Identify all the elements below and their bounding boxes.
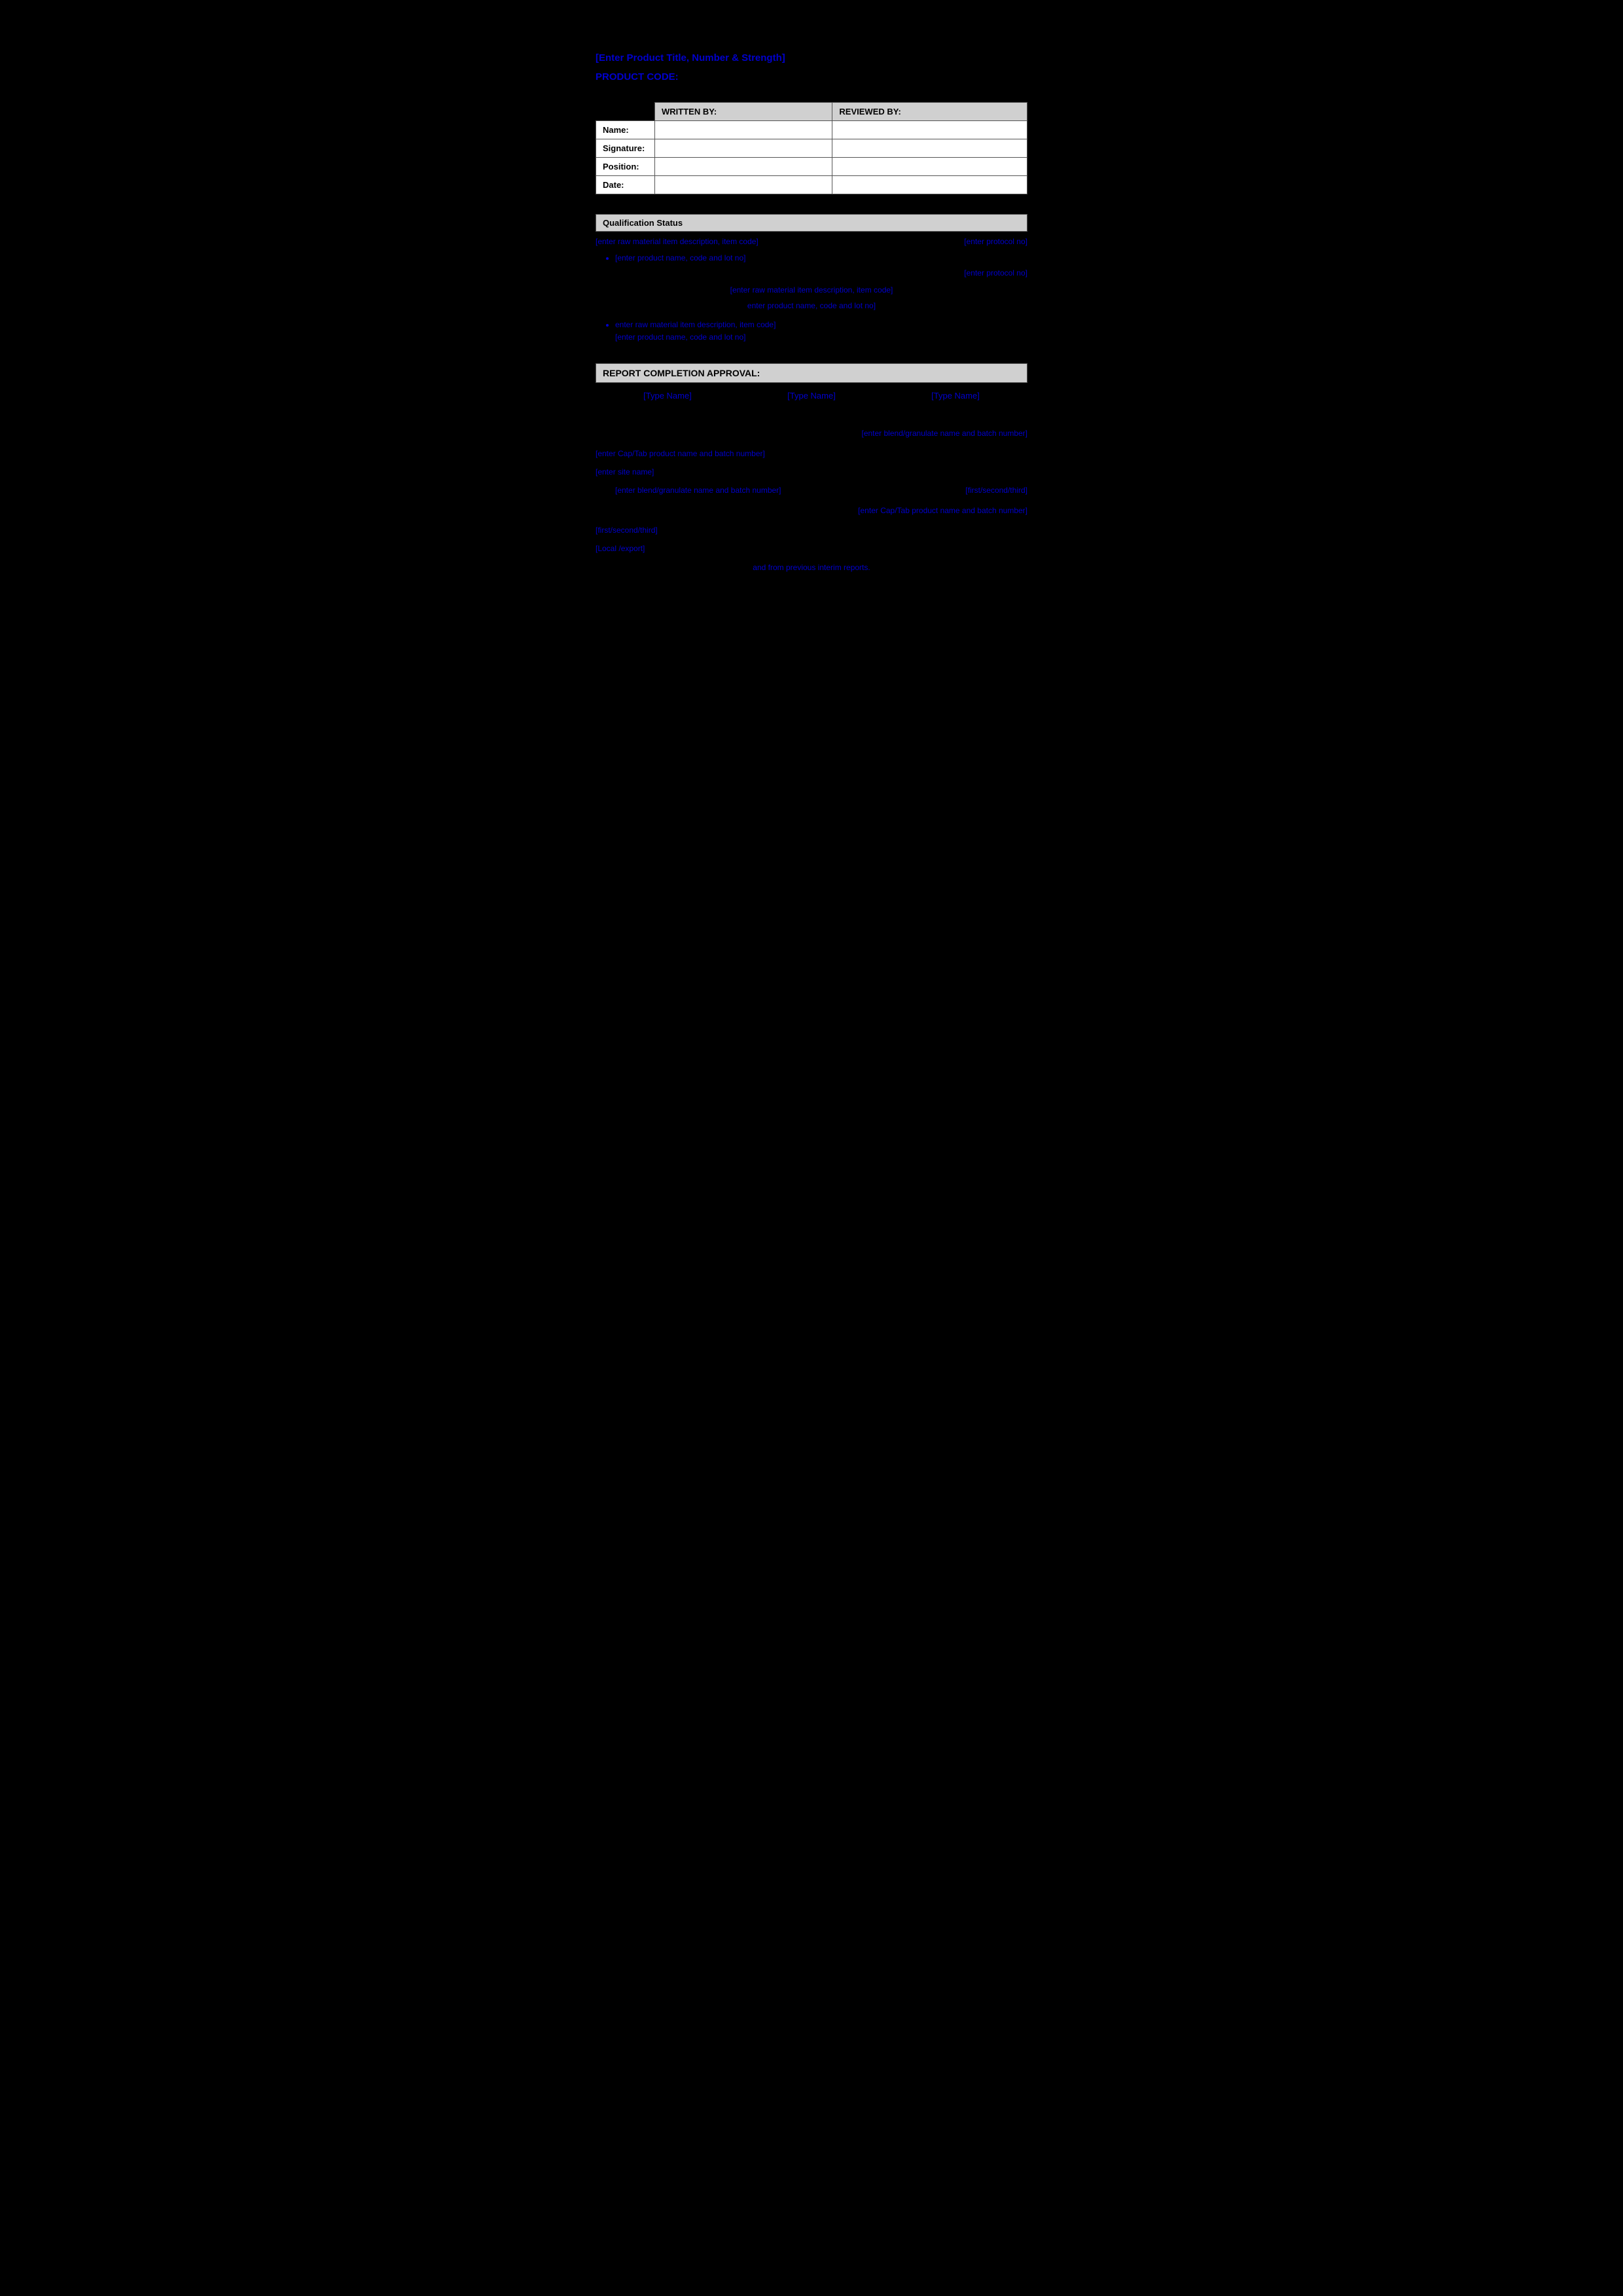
bottom-section: [enter blend/granulate name and batch nu… — [596, 427, 1027, 574]
bottom-line3: [enter Cap/Tab product name and batch nu… — [858, 504, 1027, 517]
row-label-signature: Signature: — [596, 139, 655, 158]
qual-line1: [enter raw material item description, it… — [596, 236, 910, 248]
written-position-cell — [655, 158, 832, 176]
qual-protocol1: [enter protocol no] — [910, 236, 1027, 248]
written-name-cell — [655, 121, 832, 139]
reviewed-signature-cell — [832, 139, 1027, 158]
written-by-header: WRITTEN BY: — [655, 103, 832, 121]
document-page: [Enter Product Title, Number & Strength]… — [517, 13, 1106, 844]
approval-name-3: [Type Name] — [931, 391, 980, 401]
bottom-line2: [enter blend/granulate name and batch nu… — [615, 484, 781, 498]
qual-line2: [enter raw material item description, it… — [730, 285, 893, 295]
qual-bullet-1: [enter product name, code and lot no] — [615, 252, 1027, 264]
bottom-line3b: [first/second/third] — [596, 524, 1027, 537]
table-row: Date: — [596, 176, 1027, 194]
qual-bullet-2a: enter raw material item description, ite… — [615, 319, 1027, 344]
table-row: Signature: — [596, 139, 1027, 158]
bottom-line2b: [first/second/third] — [965, 484, 1027, 497]
product-title: [Enter Product Title, Number & Strength] — [596, 52, 1027, 63]
approval-name-1: [Type Name] — [643, 391, 692, 401]
row-label-name: Name: — [596, 121, 655, 139]
row-label-date: Date: — [596, 176, 655, 194]
reviewed-by-header: REVIEWED BY: — [832, 103, 1027, 121]
qualification-section: Qualification Status [enter raw material… — [596, 214, 1027, 344]
qual-bullet-list: [enter product name, code and lot no] — [615, 252, 1027, 264]
qualification-header: Qualification Status — [596, 214, 1027, 232]
approval-name-2: [Type Name] — [787, 391, 836, 401]
reviewed-name-cell — [832, 121, 1027, 139]
bottom-line1: [enter blend/granulate name and batch nu… — [861, 427, 1027, 440]
report-approval-section: REPORT COMPLETION APPROVAL: [Type Name] … — [596, 363, 1027, 401]
table-row: Name: — [596, 121, 1027, 139]
written-date-cell — [655, 176, 832, 194]
written-signature-cell — [655, 139, 832, 158]
bottom-line1b: [enter Cap/Tab product name and batch nu… — [596, 447, 1027, 460]
report-approval-table: REPORT COMPLETION APPROVAL: — [596, 363, 1027, 383]
approval-names: [Type Name] [Type Name] [Type Name] — [596, 391, 1027, 401]
row-label-position: Position: — [596, 158, 655, 176]
bottom-line4: [Local /export] — [596, 542, 1027, 555]
qual-bullet-2a-text: enter raw material item description, ite… — [615, 320, 776, 342]
qual-line2b: enter product name, code and lot no] — [747, 301, 876, 310]
reviewed-date-cell — [832, 176, 1027, 194]
reviewed-position-cell — [832, 158, 1027, 176]
written-reviewed-table: WRITTEN BY: REVIEWED BY: Name: Signature… — [596, 102, 1027, 194]
table-row: Position: — [596, 158, 1027, 176]
bottom-line5: and from previous interim reports. — [596, 561, 1027, 574]
qual-protocol2: [enter protocol no] — [596, 268, 1027, 278]
product-code: PRODUCT CODE: — [596, 71, 1027, 82]
qual-bullet-list-2: enter raw material item description, ite… — [615, 319, 1027, 344]
report-approval-header: REPORT COMPLETION APPROVAL: — [596, 364, 1027, 383]
bottom-line1c: [enter site name] — [596, 465, 1027, 478]
